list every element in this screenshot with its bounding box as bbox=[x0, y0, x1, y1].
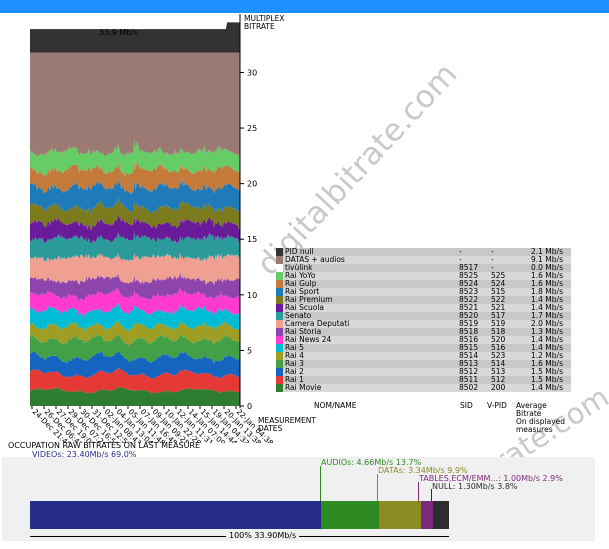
occupation-null-label: NULL: 1.30Mb/s 3.8% bbox=[432, 482, 518, 491]
legend-vpid: - bbox=[489, 256, 529, 264]
legend-color-swatch bbox=[276, 248, 283, 256]
y-tick-label: 25 bbox=[247, 124, 257, 133]
legend-color-swatch bbox=[276, 280, 283, 288]
legend-name: Rai 5 bbox=[283, 344, 457, 352]
legend-color-swatch bbox=[276, 368, 283, 376]
audio-leader-line bbox=[320, 466, 321, 501]
legend-vpid: - bbox=[489, 248, 529, 256]
legend-name: Rai News 24 bbox=[283, 336, 457, 344]
y-tick-label: 5 bbox=[247, 346, 252, 355]
legend-row: Rai 3 8513 514 1.6 Mb/s bbox=[276, 360, 571, 368]
legend-row: Rai 5 8515 516 1.4 Mb/s bbox=[276, 344, 571, 352]
legend-color-swatch bbox=[276, 256, 283, 264]
occupation-segment-audio bbox=[321, 501, 379, 529]
legend-color-swatch bbox=[276, 384, 283, 392]
legend-color-swatch bbox=[276, 312, 283, 320]
legend-row: Rai News 24 8516 520 1.4 Mb/s bbox=[276, 336, 571, 344]
chart-title: MULTIPLEX BITRATE bbox=[244, 15, 284, 31]
legend-row: tivùlink 8517-0.0 Mb/s bbox=[276, 264, 571, 272]
y-tick-label: 10 bbox=[247, 291, 257, 300]
legend-bitrate: 1.4 Mb/s bbox=[529, 384, 571, 392]
legend-row: Rai Movie 8502 200 1.4 Mb/s bbox=[276, 384, 571, 392]
legend-col-name: NOM/NAME bbox=[314, 401, 357, 410]
legend-color-swatch bbox=[276, 304, 283, 312]
legend-sid: 8502 bbox=[457, 384, 489, 392]
legend-col-vpid: V-PID bbox=[487, 401, 507, 410]
y-tick-label: 0 bbox=[247, 402, 252, 411]
legend-color-swatch bbox=[276, 360, 283, 368]
occupation-title: OCCUPATION RAW BITRATES ON LAST MEASURE bbox=[8, 441, 201, 450]
y-tick-label: 20 bbox=[247, 180, 257, 189]
legend-name: Rai 3 bbox=[283, 360, 457, 368]
legend-color-swatch bbox=[276, 288, 283, 296]
legend-name: Rai 4 bbox=[283, 352, 457, 360]
occupation-video-label: VIDEOs: 23.40Mb/s 69.0% bbox=[32, 450, 137, 459]
occupation-segment-video bbox=[30, 501, 321, 529]
legend-color-swatch bbox=[276, 264, 283, 272]
legend-row: Rai YoYo 8525 525 1.6 Mb/s bbox=[276, 272, 571, 280]
legend-color-swatch bbox=[276, 272, 283, 280]
legend-row: Rai 4 8514 523 1.2 Mb/s bbox=[276, 352, 571, 360]
legend-row: DATAS + audios - -9.1 Mb/s bbox=[276, 256, 571, 264]
chart-title-line2: BITRATE bbox=[244, 22, 275, 31]
occupation-total-label: 100% 33.90Mb/s bbox=[226, 531, 300, 540]
legend-row: Rai Scuola 8521 521 1.4 Mb/s bbox=[276, 304, 571, 312]
y-tick-label: 15 bbox=[247, 235, 257, 244]
legend-color-swatch bbox=[276, 344, 283, 352]
datas-leader-line bbox=[377, 474, 378, 501]
tables-leader-line bbox=[418, 482, 419, 501]
legend-name: Rai Movie bbox=[283, 384, 457, 392]
legend-color-swatch bbox=[276, 336, 283, 344]
occupation-segment-datas bbox=[379, 501, 421, 529]
occupation-segment-tables bbox=[421, 501, 433, 529]
y-tick-label: 30 bbox=[247, 68, 257, 77]
legend-row: Rai Gulp 8524 524 1.6 Mb/s bbox=[276, 280, 571, 288]
legend-vpid: 200 bbox=[489, 384, 529, 392]
channel-legend-table: PID null - -2.1 Mb/s DATAS + audios - -9.1 Mb… bbox=[276, 248, 571, 392]
legend-color-swatch bbox=[276, 320, 283, 328]
legend-col-bitrate: Average Bitrate On displayed measures bbox=[516, 402, 565, 434]
occupation-segment-null bbox=[433, 501, 449, 529]
legend-color-swatch bbox=[276, 296, 283, 304]
legend-color-swatch bbox=[276, 328, 283, 336]
top-bar bbox=[0, 0, 609, 13]
null-leader-line bbox=[431, 489, 432, 501]
legend-color-swatch bbox=[276, 352, 283, 360]
x-axis-title-line2: DATES bbox=[258, 424, 283, 433]
x-axis-title: MEASUREMENT DATES bbox=[258, 417, 316, 433]
series-area-datas-audios bbox=[30, 52, 240, 159]
legend-col-sid: SID bbox=[460, 401, 473, 410]
peak-bitrate-label: 33.9 Mb/s bbox=[99, 28, 139, 37]
legend-row: Rai 2 8512 513 1.5 Mb/s bbox=[276, 368, 571, 376]
legend-color-swatch bbox=[276, 376, 283, 384]
legend-col-bitrate-line4: measures bbox=[516, 425, 553, 434]
series-area-pid-null bbox=[30, 22, 240, 53]
legend-name: Rai 2 bbox=[283, 368, 457, 376]
